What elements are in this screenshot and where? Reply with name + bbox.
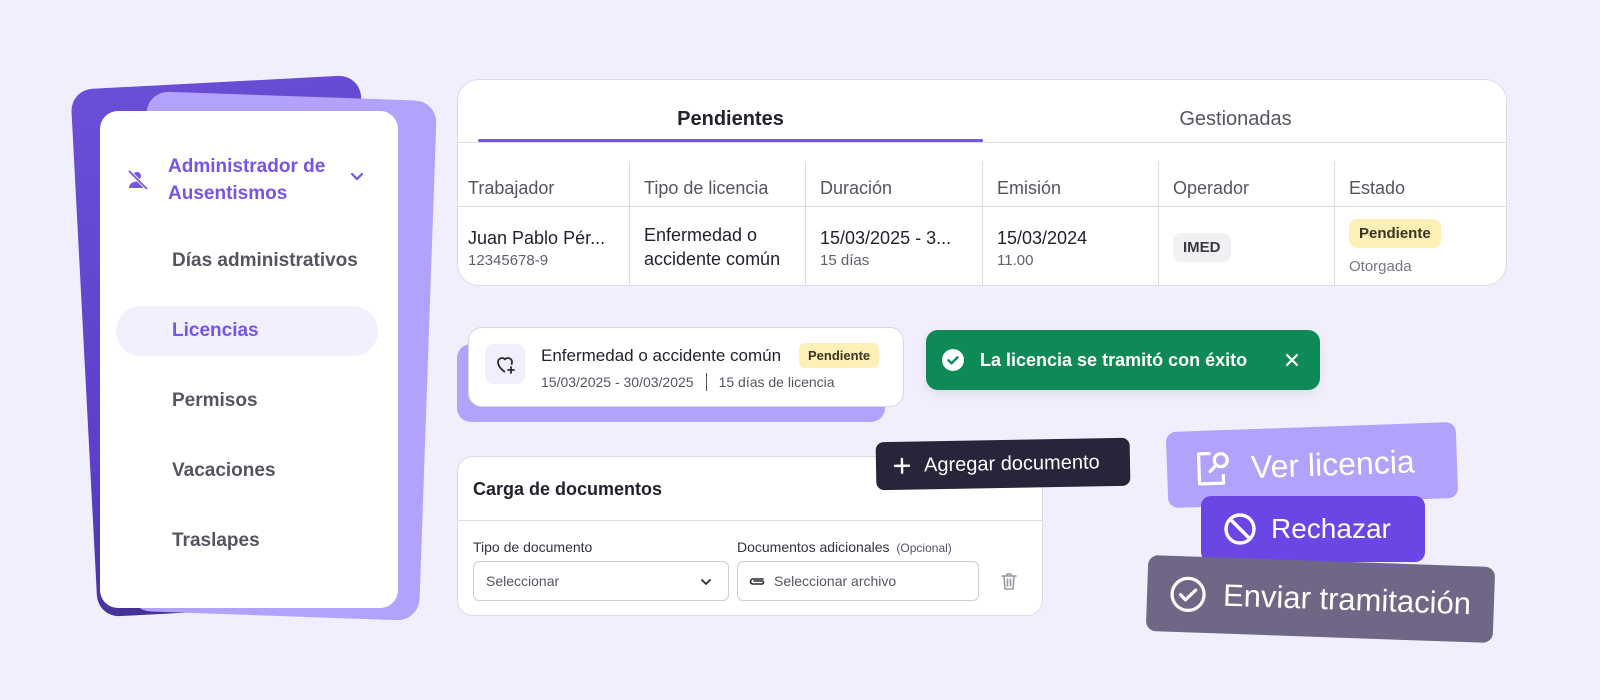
additional-docs-label: Documentos adicionales (Opcional) (737, 539, 952, 555)
documents-title: Carga de documentos (473, 479, 663, 499)
tabs-divider (458, 142, 1506, 143)
trash-icon[interactable] (998, 570, 1020, 592)
tab-gestionadas[interactable]: Gestionadas (983, 80, 1488, 142)
chevron-down-icon[interactable] (348, 167, 366, 185)
sidebar-item-dias-administrativos[interactable]: Días administrativos (116, 236, 378, 286)
sidebar-item-vacaciones[interactable]: Vacaciones (116, 446, 378, 496)
divider (458, 520, 1042, 521)
file-placeholder: Seleccionar archivo (774, 573, 897, 589)
license-card-days: 15 días de licencia (718, 374, 835, 390)
duration-cell: 15/03/2025 - 3... 15 días (806, 207, 983, 285)
tab-pendientes[interactable]: Pendientes (478, 80, 983, 142)
license-card-details: 15/03/2025 - 30/03/2025 15 días de licen… (541, 373, 835, 391)
toast-message: La licencia se tramitó con éxito (980, 349, 1248, 370)
table-row[interactable]: Juan Pablo Pér... 12345678-9 Enfermedad … (458, 207, 1506, 285)
table-header: Trabajador Tipo de licencia Duración Emi… (458, 162, 1506, 207)
sidebar-item-licencias[interactable]: Licencias (116, 306, 378, 356)
check-circle-icon (942, 349, 964, 371)
paperclip-icon (749, 578, 765, 585)
license-type: Enfermedad o accidente común (644, 225, 781, 269)
status-cell: Pendiente Otorgada (1335, 207, 1506, 285)
sidebar: Administrador de Ausentismos Días admini… (100, 111, 398, 608)
sidebar-item-permisos[interactable]: Permisos (116, 376, 378, 426)
column-header[interactable]: Duración (806, 162, 983, 206)
chevron-down-icon (701, 579, 711, 585)
reject-button[interactable]: Rechazar (1201, 496, 1425, 562)
sidebar-header[interactable]: Administrador de Ausentismos (126, 153, 376, 207)
reject-label: Rechazar (1271, 513, 1391, 544)
additional-docs-label-text: Documentos adicionales (737, 539, 890, 555)
column-header[interactable]: Estado (1335, 162, 1506, 206)
user-off-icon (127, 169, 149, 191)
sidebar-title: Administrador de Ausentismos (168, 156, 326, 204)
status-badge: Pendiente (1349, 219, 1441, 248)
divider (705, 373, 707, 391)
view-document-icon (1196, 451, 1229, 486)
doc-type-label: Tipo de documento (473, 539, 592, 555)
file-input[interactable]: Seleccionar archivo (737, 561, 979, 601)
operator-cell: IMED (1159, 207, 1335, 285)
doc-type-value: Seleccionar (486, 573, 560, 589)
license-card-dates: 15/03/2025 - 30/03/2025 (541, 374, 694, 390)
view-license-label: Ver licencia (1250, 442, 1416, 485)
doc-type-select[interactable]: Seleccionar (473, 561, 729, 601)
plus-icon (893, 457, 911, 474)
worker-cell: Juan Pablo Pér... 12345678-9 (458, 207, 630, 285)
issue-date: 15/03/2024 (997, 227, 1088, 248)
heart-plus-svg (497, 357, 515, 374)
optional-hint: (Opcional) (896, 541, 952, 555)
heart-plus-icon (485, 344, 525, 384)
check-circle-icon (1170, 576, 1206, 612)
column-header[interactable]: Tipo de licencia (630, 162, 806, 206)
license-type-cell: Enfermedad o accidente común (630, 207, 806, 285)
license-card-title: Enfermedad o accidente común (541, 346, 782, 365)
duration-days: 15 días (820, 251, 870, 269)
operator-badge: IMED (1173, 232, 1231, 262)
success-toast: La licencia se tramitó con éxito (926, 330, 1320, 390)
send-processing-button[interactable]: Enviar tramitación (1145, 554, 1496, 644)
add-document-label: Agregar documento (923, 450, 1100, 476)
status-sub: Otorgada (1349, 258, 1412, 275)
issue-time: 11.00 (997, 251, 1034, 269)
close-icon[interactable] (1282, 350, 1302, 370)
worker-id: 12345678-9 (468, 251, 549, 269)
tabs: Pendientes Gestionadas (478, 80, 1488, 142)
duration-range: 15/03/2025 - 3... (820, 227, 952, 248)
add-document-button[interactable]: Agregar documento (875, 437, 1131, 491)
doc-type-label-text: Tipo de documento (473, 539, 593, 555)
send-processing-label: Enviar tramitación (1222, 577, 1472, 622)
licenses-table-card: Pendientes Gestionadas Trabajador Tipo d… (457, 79, 1507, 286)
ban-icon (1224, 513, 1256, 545)
license-card[interactable]: Enfermedad o accidente común Pendiente 1… (468, 327, 904, 407)
sidebar-item-traslapes[interactable]: Traslapes (116, 516, 378, 566)
worker-name: Juan Pablo Pér... (468, 227, 606, 248)
column-header[interactable]: Trabajador (458, 162, 630, 206)
column-header[interactable]: Emisión (983, 162, 1159, 206)
issue-cell: 15/03/2024 11.00 (983, 207, 1159, 285)
license-card-badge: Pendiente (799, 343, 880, 368)
column-header[interactable]: Operador (1159, 162, 1335, 206)
